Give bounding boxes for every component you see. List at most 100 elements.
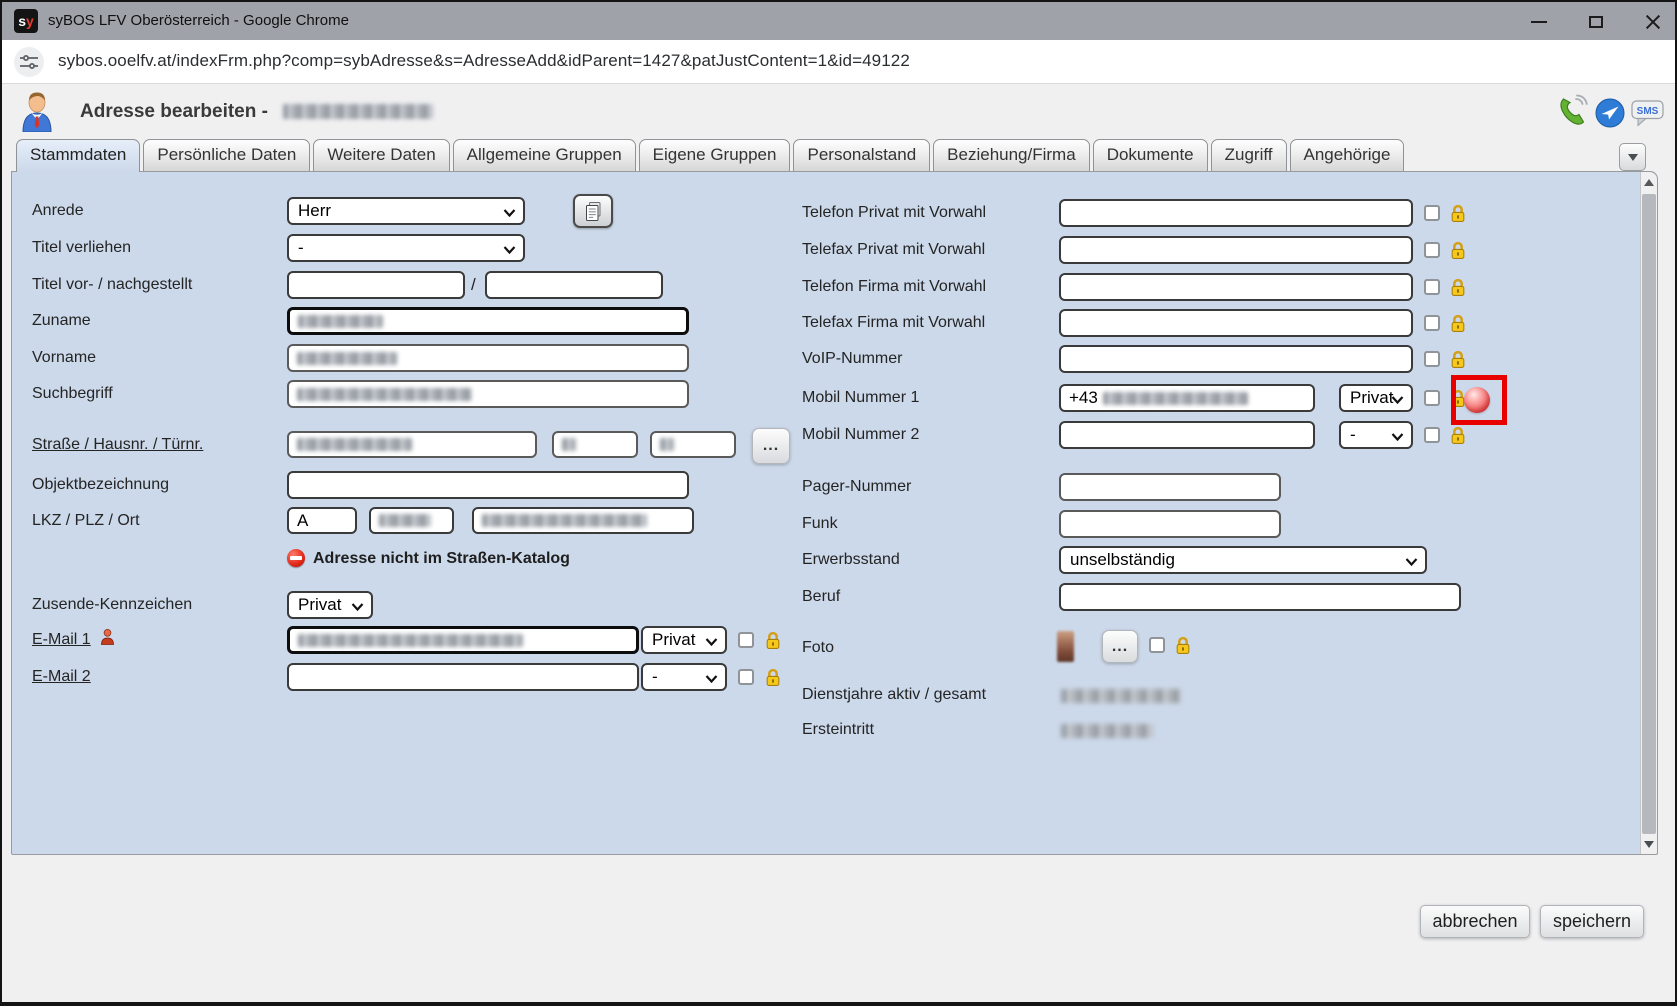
hausnr-input[interactable] — [552, 431, 638, 458]
email2-label[interactable]: E-Mail 2 — [32, 668, 91, 686]
tune-icon — [19, 52, 39, 72]
email1-label[interactable]: E-Mail 1 — [32, 631, 91, 649]
strasse-browse-button[interactable]: ... — [752, 428, 790, 464]
tuernr-input[interactable] — [650, 431, 736, 458]
redacted-zuname — [298, 315, 383, 328]
beruf-input[interactable] — [1059, 583, 1461, 611]
email2-type-select[interactable]: - — [641, 663, 727, 691]
minimize-button[interactable] — [1522, 10, 1556, 34]
erwerbsstand-select[interactable]: unselbständig — [1059, 546, 1427, 574]
telefon-firma-checkbox[interactable] — [1424, 279, 1440, 295]
telefon-privat-input[interactable] — [1059, 199, 1413, 227]
email2-input[interactable] — [287, 663, 639, 691]
mobil2-checkbox[interactable] — [1424, 427, 1440, 443]
vorname-input[interactable] — [287, 344, 689, 372]
ort-input[interactable] — [472, 507, 694, 534]
redacted-suchbegriff — [297, 388, 472, 401]
tab-overflow-button[interactable] — [1619, 143, 1646, 171]
telefax-firma-input[interactable] — [1059, 309, 1413, 337]
pager-label: Pager-Nummer — [802, 478, 911, 496]
tab-angehoerige[interactable]: Angehörige — [1290, 139, 1405, 171]
telefax-privat-checkbox[interactable] — [1424, 242, 1440, 258]
scroll-up-button[interactable] — [1641, 172, 1657, 192]
lkz-input[interactable] — [287, 507, 357, 534]
voip-checkbox[interactable] — [1424, 351, 1440, 367]
telefax-firma-checkbox[interactable] — [1424, 315, 1440, 331]
tab-allgemeine-gruppen[interactable]: Allgemeine Gruppen — [453, 139, 636, 171]
objektbezeichnung-input[interactable] — [287, 471, 689, 499]
tab-bar: Stammdaten Persönliche Daten Weitere Dat… — [16, 139, 1404, 172]
lock-icon — [764, 631, 782, 650]
lock-icon — [1449, 426, 1467, 445]
tab-zugriff[interactable]: Zugriff — [1211, 139, 1287, 171]
telefax-privat-input[interactable] — [1059, 236, 1413, 264]
tab-personalstand[interactable]: Personalstand — [793, 139, 930, 171]
save-button[interactable]: speichern — [1540, 905, 1644, 938]
foto-checkbox[interactable] — [1149, 637, 1165, 653]
vertical-scrollbar[interactable] — [1640, 172, 1657, 854]
cancel-button[interactable]: abbrechen — [1420, 905, 1530, 938]
suchbegriff-input[interactable] — [287, 380, 689, 408]
beruf-label: Beruf — [802, 588, 840, 606]
maximize-button[interactable] — [1579, 10, 1613, 34]
strasse-input[interactable] — [287, 431, 537, 458]
url-text[interactable]: sybos.ooelfv.at/indexFrm.php?comp=sybAdr… — [58, 51, 910, 71]
send-message-button[interactable] — [1595, 98, 1625, 133]
titel-vorgestellt-input[interactable] — [287, 271, 465, 299]
titel-nachgestellt-input[interactable] — [485, 271, 663, 299]
funk-input[interactable] — [1059, 510, 1281, 538]
pager-input[interactable] — [1059, 473, 1281, 501]
tab-eigene-gruppen[interactable]: Eigene Gruppen — [639, 139, 791, 171]
tab-dokumente[interactable]: Dokumente — [1093, 139, 1208, 171]
telefon-privat-checkbox[interactable] — [1424, 205, 1440, 221]
tab-weitere-daten[interactable]: Weitere Daten — [313, 139, 449, 171]
anrede-list-button[interactable] — [573, 194, 613, 228]
email1-type-select[interactable]: Privat — [641, 626, 727, 654]
foto-label: Foto — [802, 639, 834, 657]
email1-input[interactable] — [287, 626, 639, 654]
mobil2-label: Mobil Nummer 2 — [802, 426, 919, 444]
redacted-vorname — [297, 352, 397, 365]
lock-icon — [1449, 350, 1467, 369]
chevron-down-icon — [503, 246, 516, 254]
chevron-down-icon — [1391, 396, 1404, 404]
mobil2-input[interactable] — [1059, 421, 1315, 449]
foto-browse-button[interactable]: ... — [1102, 630, 1138, 663]
alarm-status-icon[interactable] — [1464, 387, 1490, 413]
zusende-kennzeichen-value: Privat — [298, 595, 341, 615]
zusende-kennzeichen-select[interactable]: Privat — [287, 591, 373, 619]
voip-input[interactable] — [1059, 345, 1413, 373]
sms-button[interactable]: SMS — [1631, 100, 1664, 132]
plz-input[interactable] — [369, 507, 454, 534]
mobil1-checkbox[interactable] — [1424, 390, 1440, 406]
anrede-select[interactable]: Herr — [287, 197, 525, 225]
lock-icon — [1449, 204, 1467, 223]
email2-checkbox[interactable] — [738, 669, 754, 685]
call-button[interactable] — [1555, 94, 1589, 133]
mobil1-type-select[interactable]: Privat — [1339, 384, 1413, 412]
person-icon — [100, 628, 115, 645]
redacted-foto-thumbnail — [1057, 631, 1074, 662]
tab-persoenliche-daten[interactable]: Persönliche Daten — [143, 139, 310, 171]
mobil1-input[interactable]: +43 — [1059, 384, 1315, 412]
telefon-firma-input[interactable] — [1059, 273, 1413, 301]
strasse-label[interactable]: Straße / Hausnr. / Türnr. — [32, 436, 203, 454]
tab-stammdaten[interactable]: Stammdaten — [16, 139, 140, 172]
redacted-person-name — [283, 104, 433, 119]
erwerbsstand-value: unselbständig — [1070, 550, 1175, 570]
paper-plane-icon — [1595, 98, 1625, 128]
scrollbar-thumb[interactable] — [1642, 194, 1656, 834]
email1-checkbox[interactable] — [738, 632, 754, 648]
telefax-privat-label: Telefax Privat mit Vorwahl — [802, 241, 985, 259]
mobil2-type-select[interactable]: - — [1339, 421, 1413, 449]
zuname-input[interactable] — [287, 307, 689, 335]
titel-verliehen-select[interactable]: - — [287, 234, 525, 262]
close-button[interactable] — [1636, 10, 1670, 34]
erwerbsstand-label: Erwerbsstand — [802, 551, 900, 569]
document-icon — [585, 201, 602, 222]
site-settings-button[interactable] — [14, 47, 44, 77]
titel-verliehen-value: - — [298, 238, 304, 258]
scroll-down-button[interactable] — [1641, 834, 1657, 854]
tab-beziehung-firma[interactable]: Beziehung/Firma — [933, 139, 1090, 171]
lock-icon — [764, 668, 782, 687]
